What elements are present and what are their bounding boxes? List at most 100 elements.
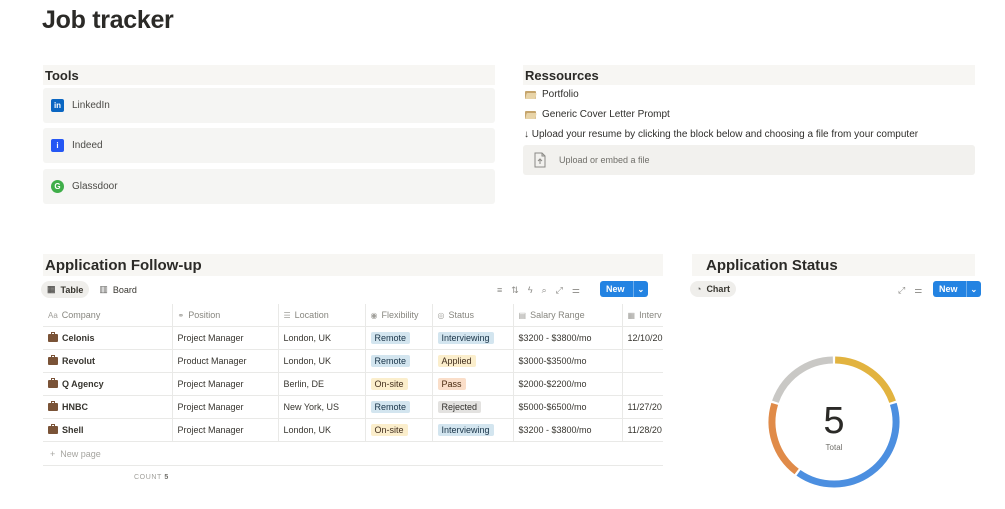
cell-salary[interactable]: $3000-$3500/mo	[513, 349, 623, 373]
cell-position[interactable]: Product Manager	[172, 349, 279, 373]
company-value: HNBC	[62, 402, 88, 412]
table-row[interactable]: Revolut Product Manager London, UK Remote Ap…	[43, 349, 663, 373]
column-header-label: Position	[188, 310, 221, 320]
expand-icon[interactable]: ⤢	[556, 285, 563, 296]
donut-slice-2[interactable]	[768, 402, 799, 475]
cell-status[interactable]: Rejected	[432, 395, 514, 419]
tab-table-label: Table	[60, 284, 84, 295]
button-divider	[965, 281, 967, 297]
donut-slice-1[interactable]	[796, 402, 900, 488]
automation-icon[interactable]: ϟ	[528, 285, 533, 295]
new-page-label: New page	[60, 449, 101, 459]
tab-board[interactable]: ▥ Board	[93, 281, 143, 298]
cell-location[interactable]: London, UK	[278, 349, 366, 373]
count-label: COUNT	[134, 474, 162, 481]
cell-position[interactable]: Project Manager	[172, 418, 279, 442]
cell-interview[interactable]: 11/28/20	[622, 418, 663, 442]
cell-flexibility[interactable]: Remote	[365, 326, 433, 350]
column-header-position[interactable]: ⚭ Position	[172, 304, 279, 327]
cell-position[interactable]: Project Manager	[172, 326, 279, 350]
cell-location[interactable]: Berlin, DE	[278, 372, 366, 396]
location-value: London, UK	[283, 425, 332, 435]
column-header-status[interactable]: ◎ Status	[432, 304, 514, 327]
cell-flexibility[interactable]: Remote	[365, 349, 433, 373]
chevron-down-icon[interactable]: ⌄	[638, 285, 645, 294]
cell-company[interactable]: Q Agency	[43, 372, 173, 396]
tab-chart[interactable]: ◔ Chart	[690, 281, 736, 297]
cell-interview[interactable]: 12/10/20	[622, 326, 663, 350]
cell-position[interactable]: Project Manager	[172, 395, 279, 419]
table-row[interactable]: HNBC Project Manager New York, US Remote Rej…	[43, 395, 663, 419]
cell-interview[interactable]: 11/27/20	[622, 395, 663, 419]
new-record-button[interactable]: New ⌄	[600, 281, 649, 297]
cell-status[interactable]: Interviewing	[432, 418, 514, 442]
cell-salary[interactable]: $3200 - $3800/mo	[513, 418, 623, 442]
cell-location[interactable]: London, UK	[278, 418, 366, 442]
table-row[interactable]: Celonis Project Manager London, UK Remote In…	[43, 326, 663, 350]
column-header-company[interactable]: Aa Company	[43, 304, 173, 327]
cell-flexibility[interactable]: Remote	[365, 395, 433, 419]
cell-interview[interactable]	[622, 349, 663, 373]
column-header-label: Company	[61, 310, 101, 320]
new-page-button[interactable]: + New page	[50, 449, 101, 459]
donut-slice-3[interactable]	[772, 356, 834, 404]
indeed-icon: i	[51, 139, 64, 152]
position-value: Project Manager	[177, 402, 244, 412]
location-value: Berlin, DE	[283, 379, 325, 389]
column-header-salary-range[interactable]: ▤ Salary Range	[513, 304, 623, 327]
location-value: New York, US	[283, 402, 340, 412]
tab-chart-label: Chart	[706, 284, 730, 294]
cell-location[interactable]: London, UK	[278, 326, 366, 350]
column-header-interv[interactable]: ▦ Interv	[622, 304, 663, 327]
table-row[interactable]: Q Agency Project Manager Berlin, DE On-site…	[43, 372, 663, 396]
status-value: Rejected	[437, 401, 482, 413]
cell-flexibility[interactable]: On-site	[365, 372, 433, 396]
cell-company[interactable]: Revolut	[43, 349, 173, 373]
filter-icon[interactable]: ≡	[497, 285, 502, 295]
cell-company[interactable]: Shell	[43, 418, 173, 442]
pie-chart-icon: ◔	[696, 284, 702, 294]
resource-link-portfolio[interactable]: Portfolio	[525, 89, 579, 100]
tab-board-label: Board	[112, 284, 137, 295]
tool-link-linkedin[interactable]: in LinkedIn	[43, 88, 495, 123]
cell-salary[interactable]: $2000-$2200/mo	[513, 372, 623, 396]
chart-view-tabs: ◔ Chart	[690, 281, 740, 297]
cell-status[interactable]: Pass	[432, 372, 514, 396]
salary-value: $3200 - $3800/mo	[518, 425, 592, 435]
settings-sliders-icon[interactable]: ⚌	[914, 285, 922, 296]
cell-flexibility[interactable]: On-site	[365, 418, 433, 442]
settings-sliders-icon[interactable]: ⚌	[572, 285, 580, 296]
upload-file-block[interactable]: Upload or embed a file	[523, 145, 975, 175]
donut-total-label: Total	[826, 443, 843, 452]
cell-status[interactable]: Applied	[432, 349, 514, 373]
chevron-down-icon[interactable]: ⌄	[971, 285, 978, 294]
table-row[interactable]: Shell Project Manager London, UK On-site Int…	[43, 418, 663, 442]
applications-table-wrap: Aa Company ⚭ Position ☰ Location ◉ Flexibility ◎…	[43, 304, 663, 442]
tab-table[interactable]: ▦ Table	[41, 281, 90, 298]
select-icon: ◉	[370, 311, 378, 320]
glassdoor-icon: G	[51, 180, 64, 193]
cell-status[interactable]: Interviewing	[432, 326, 514, 350]
new-button-label: New	[939, 284, 958, 294]
search-icon[interactable]: ⌕	[542, 285, 547, 296]
expand-icon[interactable]: ⤢	[898, 285, 905, 296]
column-header-flexibility[interactable]: ◉ Flexibility	[365, 304, 433, 327]
count-summary[interactable]: COUNT 5	[134, 474, 169, 481]
cell-salary[interactable]: $5000-$6500/mo	[513, 395, 623, 419]
table-toolbar: ≡ ⇅ ϟ ⌕ ⤢ ⚌	[488, 282, 580, 298]
sort-icon[interactable]: ⇅	[511, 285, 519, 296]
tool-link-glassdoor[interactable]: G Glassdoor	[43, 169, 495, 204]
tool-link-label: Indeed	[72, 140, 103, 151]
cell-company[interactable]: HNBC	[43, 395, 173, 419]
chart-new-button[interactable]: New ⌄	[933, 281, 982, 297]
cell-interview[interactable]	[622, 372, 663, 396]
salary-value: $5000-$6500/mo	[518, 402, 587, 412]
column-header-location[interactable]: ☰ Location	[278, 304, 366, 327]
cell-company[interactable]: Celonis	[43, 326, 173, 350]
donut-slice-0[interactable]	[834, 356, 896, 404]
cell-salary[interactable]: $3200 - $3800/mo	[513, 326, 623, 350]
cell-position[interactable]: Project Manager	[172, 372, 279, 396]
resource-link-cover-letter[interactable]: Generic Cover Letter Prompt	[525, 109, 670, 120]
tool-link-indeed[interactable]: i Indeed	[43, 128, 495, 163]
cell-location[interactable]: New York, US	[278, 395, 366, 419]
